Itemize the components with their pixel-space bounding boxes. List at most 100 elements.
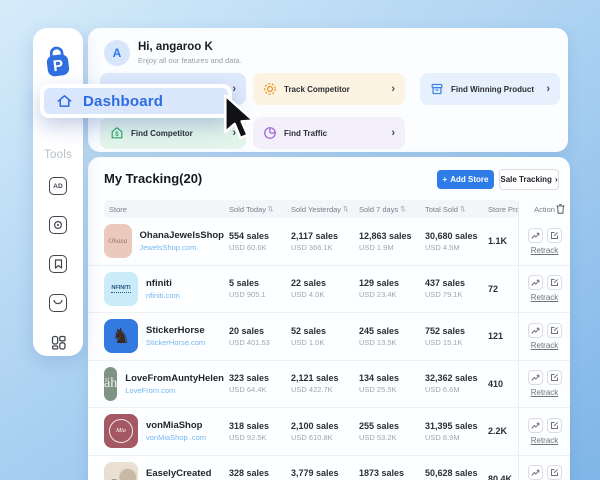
retrack-link[interactable]: Retrack <box>531 341 559 350</box>
sold-yesterday-usd: USD 1.0K <box>291 338 354 347</box>
home-icon <box>56 93 73 109</box>
sold-yesterday-value: 52 sales <box>291 326 354 336</box>
chevron-right-icon: › <box>391 127 395 139</box>
store-link[interactable]: StickerHorse.com <box>146 338 205 347</box>
table-header: Store Sold Today⇅ Sold Yesterday⇅ Sold 7… <box>88 200 570 218</box>
store-link[interactable]: nfiniti.com <box>146 291 180 300</box>
card-find-winning-product[interactable]: Find Winning Product › <box>420 73 560 105</box>
store-name: LoveFromAuntyHelen <box>125 373 224 384</box>
sort-icon: ⇅ <box>460 205 465 213</box>
store-link[interactable]: vonMiaShop .com <box>146 433 206 442</box>
column-store-products[interactable]: Store Products <box>484 200 518 218</box>
sold-yesterday-usd: USD 4.0K <box>291 290 354 299</box>
retrack-link[interactable]: Retrack <box>531 436 559 445</box>
store-logo: äh <box>104 367 117 401</box>
target-icon <box>263 82 277 96</box>
chart-action-button[interactable] <box>528 370 543 385</box>
sold-yesterday-usd: USD 366.1K <box>291 243 354 252</box>
sold-today-value: 323 sales <box>229 373 286 383</box>
card-label: Find Competitor <box>131 129 193 138</box>
total-sold-usd: USD 15.1K <box>425 338 484 347</box>
total-sold-usd: USD 6.6M <box>425 385 484 394</box>
trend-chart-icon <box>531 468 540 477</box>
edit-icon <box>550 421 559 430</box>
sidebar-item-store[interactable] <box>49 294 67 312</box>
edit-action-button[interactable] <box>547 370 562 385</box>
sidebar-item-product-research[interactable] <box>49 216 67 234</box>
svg-text:P: P <box>52 57 64 75</box>
store-products-value: 410 <box>484 379 518 389</box>
chevron-right-icon: › <box>546 83 550 95</box>
edit-action-button[interactable] <box>547 228 562 243</box>
sold-7days-value: 1873 sales <box>359 468 420 478</box>
sidebar-item-apps[interactable] <box>49 333 67 351</box>
apps-grid-icon <box>50 334 67 351</box>
store-products-value: 2.2K <box>484 426 518 436</box>
chart-action-button[interactable] <box>528 323 543 338</box>
sold-yesterday-value: 2,100 sales <box>291 421 354 431</box>
sidebar-item-ad[interactable]: AD <box>49 177 67 195</box>
card-track-competitor[interactable]: Track Competitor › <box>253 73 405 105</box>
target-box-icon <box>53 220 63 230</box>
trend-chart-icon <box>531 278 540 287</box>
card-find-traffic[interactable]: Find Traffic › <box>253 117 405 149</box>
trash-icon[interactable] <box>556 204 565 214</box>
column-store[interactable]: Store <box>104 200 224 218</box>
tracking-title: My Tracking(20) <box>104 171 202 186</box>
sidebar-item-saved[interactable] <box>49 255 67 273</box>
greeting-subtitle: Enjoy all our features and data. <box>138 56 242 65</box>
total-sold-value: 752 sales <box>425 326 484 336</box>
table-row: Ohana OhanaJewelsShop JewelsShop.com 554… <box>88 218 570 266</box>
avatar: A <box>104 40 130 66</box>
total-sold-usd: USD 4.5M <box>425 243 484 252</box>
chart-action-button[interactable] <box>528 465 543 480</box>
mouse-cursor-icon <box>219 94 257 147</box>
retrack-link[interactable]: Retrack <box>531 388 559 397</box>
chart-action-button[interactable] <box>528 275 543 290</box>
sold-7days-usd: USD 23.4K <box>359 290 420 299</box>
table-row: EaselyCreated EaselyCreated .com 328 sal… <box>88 456 570 480</box>
sidebar: P Tools AD <box>33 28 83 356</box>
total-sold-value: 50,628 sales <box>425 468 484 478</box>
edit-action-button[interactable] <box>547 418 562 433</box>
trend-chart-icon <box>531 421 540 430</box>
chart-action-button[interactable] <box>528 418 543 433</box>
product-box-icon <box>430 82 444 96</box>
edit-icon <box>550 278 559 287</box>
card-label: Track Competitor <box>284 85 350 94</box>
edit-action-button[interactable] <box>547 323 562 338</box>
chart-action-button[interactable] <box>528 228 543 243</box>
retrack-link[interactable]: Retrack <box>531 246 559 255</box>
store-logo horse-logo: ♞ <box>104 319 138 353</box>
total-sold-value: 30,680 sales <box>425 231 484 241</box>
retrack-link[interactable]: Retrack <box>531 293 559 302</box>
edit-action-button[interactable] <box>547 275 562 290</box>
trend-chart-icon <box>531 326 540 335</box>
column-sold-today[interactable]: Sold Today⇅ <box>224 200 286 218</box>
edit-action-button[interactable] <box>547 465 562 480</box>
sold-7days-value: 245 sales <box>359 326 420 336</box>
column-sold-7-days[interactable]: Sold 7 days⇅ <box>354 200 420 218</box>
store-logo: Mia <box>104 414 138 448</box>
table-row: NFINITI nfiniti nfiniti.com 5 salesUSD 9… <box>88 266 570 314</box>
total-sold-usd: USD 79.1K <box>425 290 484 299</box>
total-sold-value: 31,395 sales <box>425 421 484 431</box>
trend-chart-icon <box>531 373 540 382</box>
my-tracking-panel: My Tracking(20) + Add Store Sale Trackin… <box>88 157 570 480</box>
store-link[interactable]: JewelsShop.com <box>140 243 224 252</box>
column-sold-yesterday[interactable]: Sold Yesterday⇅ <box>286 200 354 218</box>
add-store-button[interactable]: + Add Store <box>437 170 494 189</box>
greeting-title: Hi, angaroo K <box>138 41 213 53</box>
sold-today-usd: USD 905.1 <box>229 290 286 299</box>
table-row: Mia vonMiaShop vonMiaShop .com 318 sales… <box>88 408 570 456</box>
table-row: äh LoveFromAuntyHelen LoveFrom.com 323 s… <box>88 361 570 409</box>
ad-icon: AD <box>53 183 63 190</box>
sold-today-usd: USD 401.53 <box>229 338 286 347</box>
sold-7days-value: 134 sales <box>359 373 420 383</box>
store-link[interactable]: LoveFrom.com <box>125 386 224 395</box>
sale-tracking-button[interactable]: Sale Tracking › <box>499 169 559 190</box>
dashboard-menu-popup[interactable]: Dashboard <box>40 84 232 118</box>
app-logo-icon[interactable]: P <box>41 44 75 84</box>
column-total-sold[interactable]: Total Sold⇅ <box>420 200 484 218</box>
sold-today-value: 328 sales <box>229 468 286 478</box>
